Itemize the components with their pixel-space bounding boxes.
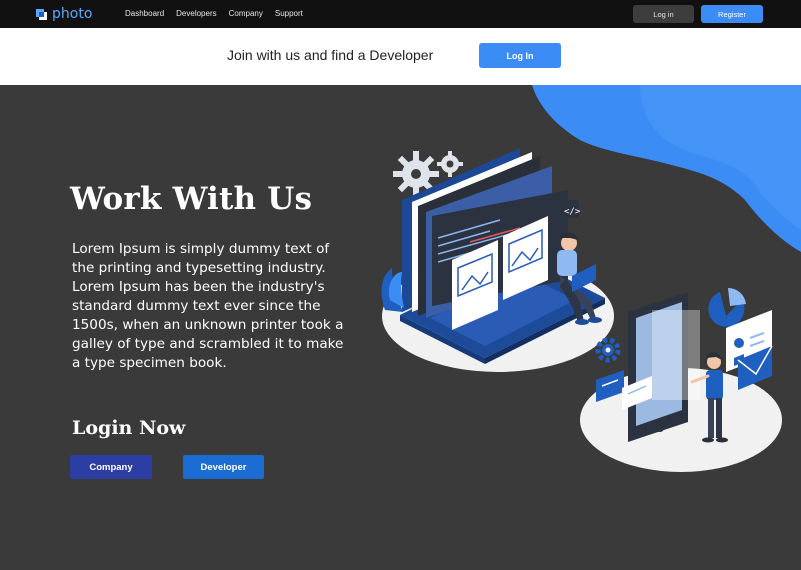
logo-icon [36,8,47,20]
hero-description: Lorem Ipsum is simply dummy text of the … [72,241,344,371]
svg-text:</>: </> [564,207,581,217]
developer-login-button[interactable]: Developer [183,455,264,479]
nav-link-support[interactable]: Support [275,9,303,18]
brand-logo[interactable]: photo [36,6,92,22]
nav-link-company[interactable]: Company [229,9,263,18]
top-navbar: photo Dashboard Developers Company Suppo… [0,0,801,28]
join-banner: Join with us and find a Developer Log In [0,28,801,85]
banner-login-button[interactable]: Log In [479,43,561,68]
nav-link-developers[interactable]: Developers [176,9,216,18]
register-button[interactable]: Register [701,5,763,23]
nav-links: Dashboard Developers Company Support [125,9,303,18]
brand-name: photo [52,6,93,22]
company-login-button[interactable]: Company [70,455,152,479]
banner-text: Join with us and find a Developer [227,47,434,63]
login-now-heading: Login Now [72,417,186,439]
login-button[interactable]: Log in [633,5,694,23]
hero-title: Work With Us [70,181,313,217]
nav-link-dashboard[interactable]: Dashboard [125,9,164,18]
